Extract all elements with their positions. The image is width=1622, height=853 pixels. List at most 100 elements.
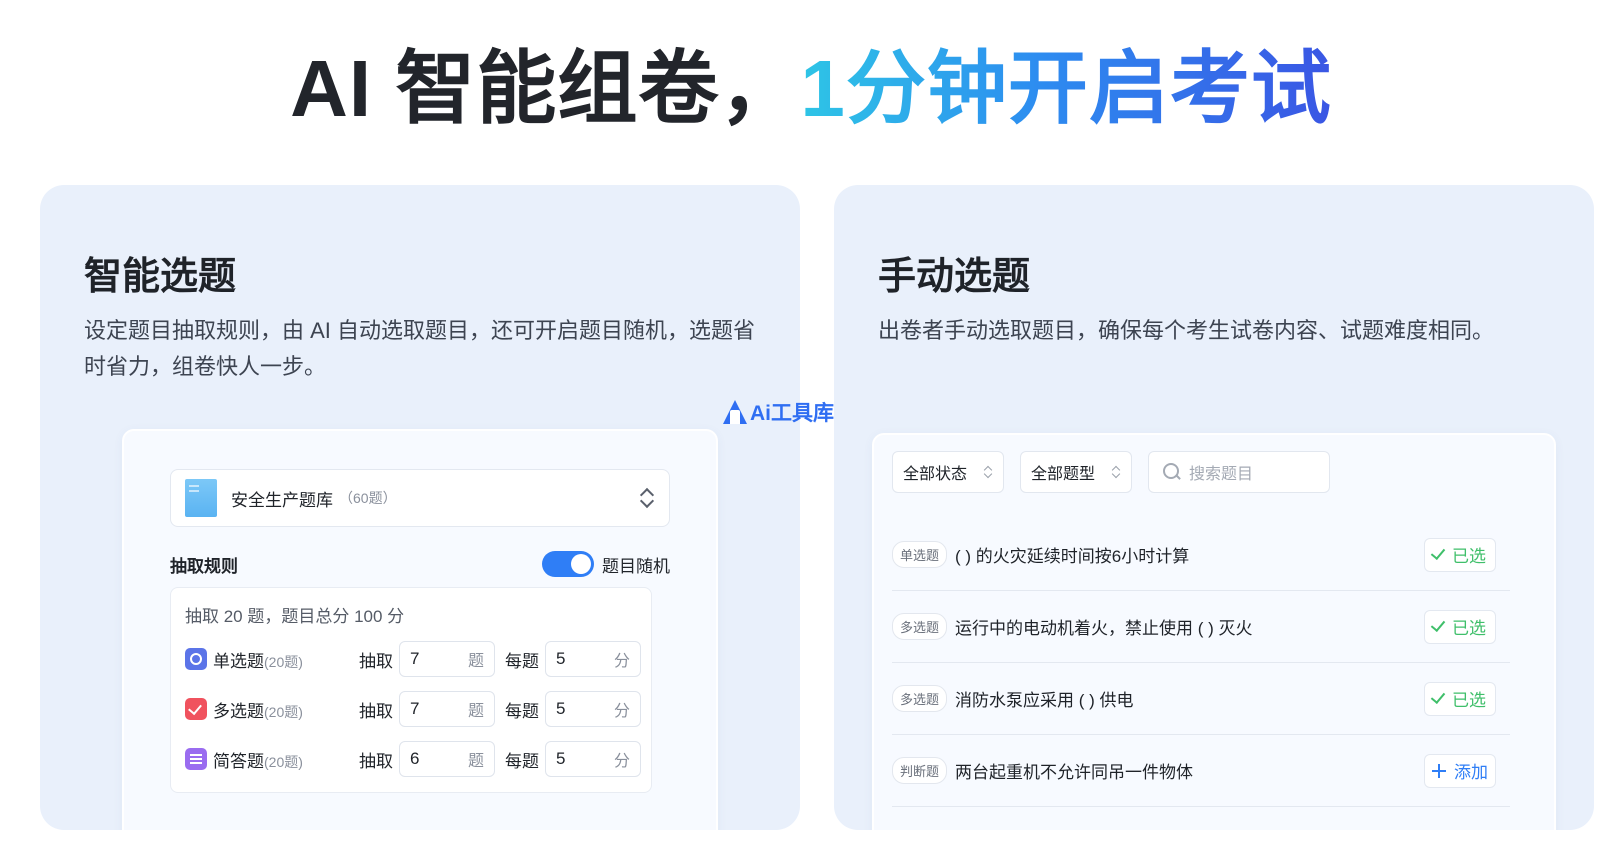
selected-button[interactable]: 已选 [1424,681,1496,716]
draw-label: 抽取 [359,701,393,721]
selected-button-label: 已选 [1452,691,1486,710]
chevron-up-down-icon [1111,464,1121,480]
per-score-value: 5 [556,699,566,718]
question-item: 单选题 ( ) 的火灾延续时间按6小时计算 已选 [892,519,1510,591]
draw-count-value: 7 [410,649,420,668]
manual-select-panel: 手动选题 出卷者手动选取题目，确保每个考生试卷内容、试题难度相同。 全部状态 全… [834,185,1594,830]
manual-select-card: 全部状态 全部题型 搜索题目 单选题 ( ) 的火灾延续时间按6小时计算 已选 … [872,433,1556,830]
rule-title: 抽取规则 [170,556,238,576]
question-item: 多选题 消防水泵应采用 ( ) 供电 已选 [892,663,1510,735]
watermark: Ai工具库 [722,397,834,427]
draw-count-unit: 题 [467,753,484,770]
plus-icon [1432,763,1446,778]
check-icon [1430,544,1446,561]
draw-count-unit: 题 [467,703,484,720]
per-score-label: 每题 [505,751,539,771]
question-bank-count: （60题） [339,490,397,506]
single-choice-icon [185,648,207,670]
per-score-input[interactable]: 5分 [545,691,641,727]
watermark-text: Ai工具库 [750,402,834,425]
per-score-unit: 分 [613,753,630,770]
question-text: 运行中的电动机着火，禁止使用 ( ) 灭火 [955,619,1253,638]
smart-select-description: 设定题目抽取规则，由 AI 自动选取题目，还可开启题目随机，选题省时省力，组卷快… [84,318,756,379]
search-input[interactable]: 搜索题目 [1148,451,1330,493]
draw-label: 抽取 [359,651,393,671]
smart-select-card: 安全生产题库 （60题） 抽取规则 题目随机 抽取 20 题，题目总分 100 … [122,429,718,830]
rule-row-type: 多选题(20题) [213,697,311,722]
rule-row-type-count: (20题) [264,653,303,670]
draw-label: 抽取 [359,751,393,771]
status-filter-label: 全部状态 [903,466,968,483]
smart-select-panel: 智能选题 设定题目抽取规则，由 AI 自动选取题目，还可开启题目随机，选题省时省… [40,185,800,830]
per-score-unit: 分 [613,653,630,670]
random-toggle-group: 题目随机 [542,551,670,577]
draw-count-unit: 题 [467,653,484,670]
selected-button-label: 已选 [1452,619,1486,638]
selected-button[interactable]: 已选 [1424,609,1496,644]
per-score-label: 每题 [505,651,539,671]
rule-row-type-count: (20题) [264,703,303,720]
draw-count-value: 6 [410,749,420,768]
per-score-unit: 分 [613,703,630,720]
question-bank-book-icon [185,479,217,517]
draw-count-value: 7 [410,699,420,718]
rule-row-essay: 简答题(20题) 抽取 6题 每题 5分 [185,740,641,778]
headline-accent: 1分钟开启考试 [800,44,1332,133]
chevron-up-down-icon [983,464,993,480]
per-score-value: 5 [556,749,566,768]
question-type-tag: 判断题 [892,757,948,784]
question-text: 两台起重机不允许同吊一件物体 [955,763,1194,782]
rule-row-multi: 多选题(20题) 抽取 7题 每题 5分 [185,690,641,728]
question-text: 消防水泵应采用 ( ) 供电 [955,691,1134,710]
essay-list-icon [185,748,207,770]
question-text: ( ) 的火灾延续时间按6小时计算 [955,547,1190,566]
selected-button[interactable]: 已选 [1424,537,1496,572]
rule-row-single: 单选题(20题) 抽取 7题 每题 5分 [185,640,641,678]
rule-row-type-count: (20题) [264,753,303,770]
selected-button-label: 已选 [1452,547,1486,566]
question-item: 判断题 两台起重机不允许同吊一件物体 添加 [892,735,1510,807]
question-bank-name: 安全生产题库 [231,490,333,510]
check-icon [1430,616,1446,633]
draw-count-input[interactable]: 7题 [399,691,495,727]
type-filter-select[interactable]: 全部题型 [1020,451,1132,493]
manual-select-title: 手动选题 [878,256,1031,298]
type-filter-label: 全部题型 [1031,466,1096,483]
watermark-logo-icon [722,398,748,426]
per-score-value: 5 [556,649,566,668]
question-type-tag: 单选题 [892,541,948,568]
manual-select-description: 出卷者手动选取题目，确保每个考生试卷内容、试题难度相同。 [878,318,1495,343]
draw-count-input[interactable]: 7题 [399,641,495,677]
smart-select-title: 智能选题 [84,256,237,298]
rule-row-type-name: 简答题 [213,751,264,771]
search-icon [1163,463,1181,481]
rule-row-type: 简答题(20题) [213,747,311,772]
per-score-input[interactable]: 5分 [545,741,641,777]
rule-header: 抽取规则 题目随机 [170,549,670,579]
rule-row-type-name: 多选题 [213,701,264,721]
status-filter-select[interactable]: 全部状态 [892,451,1004,493]
rule-row-type-name: 单选题 [213,651,264,671]
add-button[interactable]: 添加 [1424,753,1496,788]
question-list: 单选题 ( ) 的火灾延续时间按6小时计算 已选 多选题 运行中的电动机着火，禁… [892,519,1510,807]
question-type-tag: 多选题 [892,685,948,712]
per-score-input[interactable]: 5分 [545,641,641,677]
rule-box: 抽取 20 题，题目总分 100 分 单选题(20题) 抽取 7题 每题 5分 … [170,587,652,793]
rule-summary: 抽取 20 题，题目总分 100 分 [185,607,405,626]
rule-row-type: 单选题(20题) [213,647,311,672]
search-placeholder: 搜索题目 [1189,466,1254,483]
draw-count-input[interactable]: 6题 [399,741,495,777]
question-item: 多选题 运行中的电动机着火，禁止使用 ( ) 灭火 已选 [892,591,1510,663]
question-type-tag: 多选题 [892,613,948,640]
page-headline: AI 智能组卷，1分钟开启考试 [0,24,1622,140]
check-icon [1430,688,1446,705]
random-toggle-label: 题目随机 [602,556,670,576]
question-bank-select[interactable]: 安全生产题库 （60题） [170,469,670,527]
chevron-up-down-icon [639,487,655,509]
filter-bar: 全部状态 全部题型 搜索题目 [892,451,1330,493]
headline-main: AI 智能组卷， [290,44,801,133]
multi-choice-icon [185,698,207,720]
random-toggle-switch[interactable] [542,551,594,577]
add-button-label: 添加 [1454,763,1488,782]
per-score-label: 每题 [505,701,539,721]
